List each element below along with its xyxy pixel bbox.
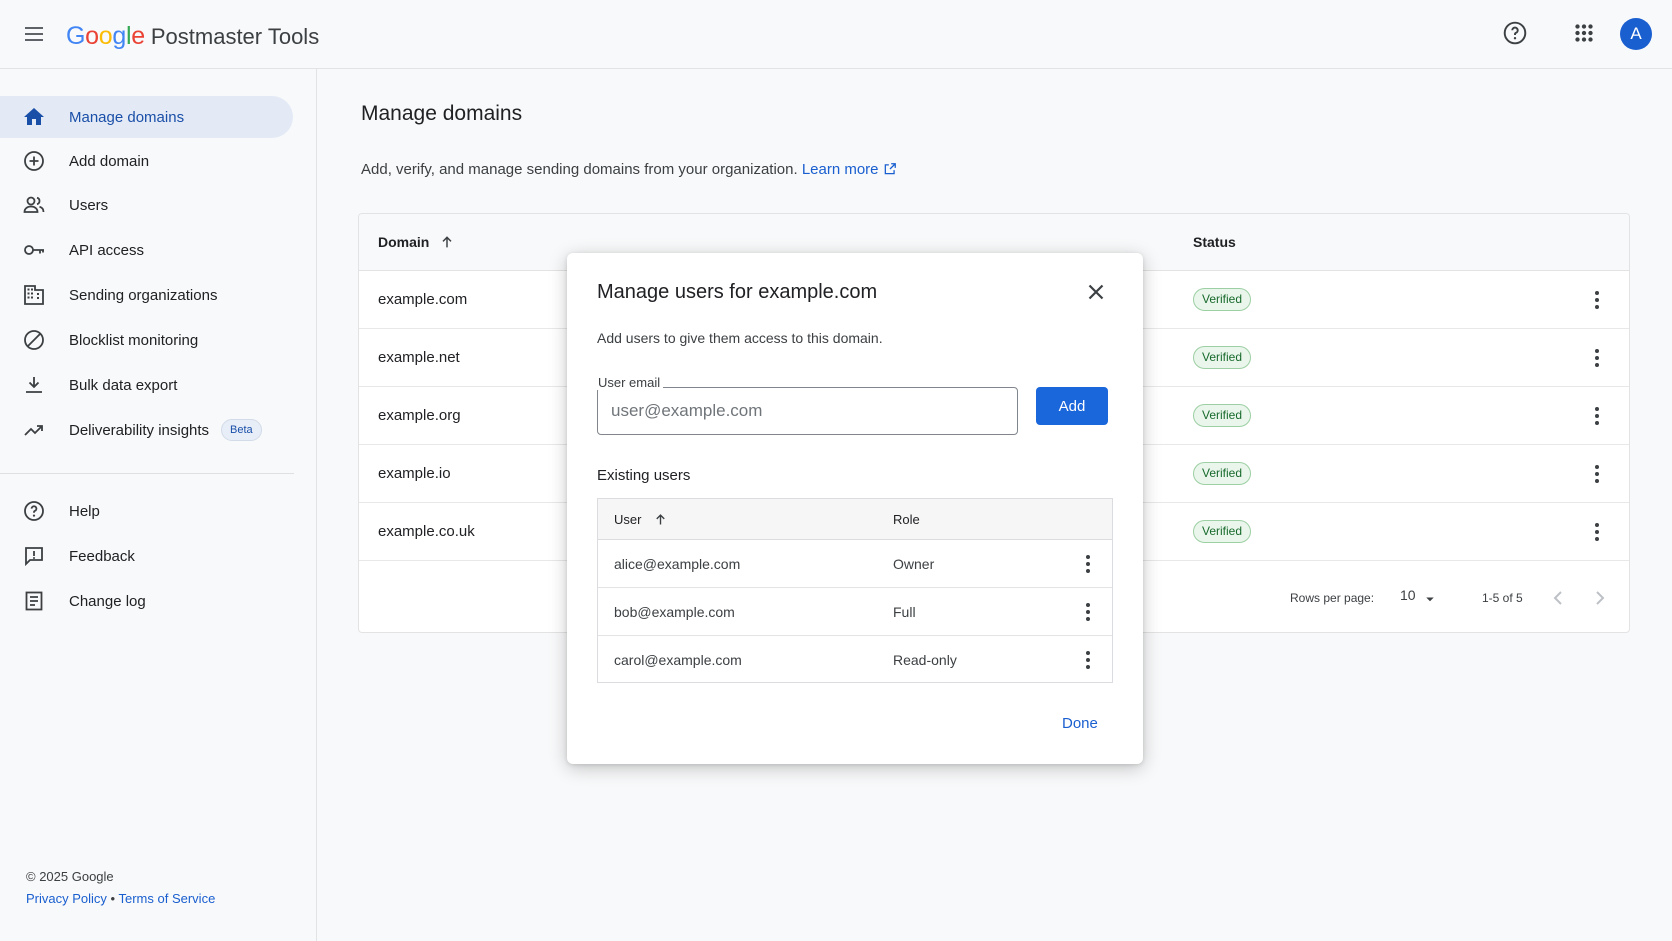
list-item: carol@example.com Read-only — [598, 636, 1112, 684]
more-vert-icon[interactable] — [1076, 600, 1100, 624]
add-user-button[interactable]: Add — [1036, 387, 1108, 425]
done-button[interactable]: Done — [1062, 715, 1098, 732]
existing-users-title: Existing users — [597, 467, 691, 484]
existing-users-table: User Role alice@example.com Owner bob@ex… — [597, 498, 1113, 683]
more-vert-icon[interactable] — [1076, 648, 1100, 672]
dialog-description: Add users to give them access to this do… — [597, 330, 883, 346]
users-table-header: User Role — [598, 499, 1112, 540]
column-header-role: Role — [893, 512, 920, 527]
list-item: alice@example.com Owner — [598, 540, 1112, 588]
dialog-title: Manage users for example.com — [597, 281, 878, 303]
close-icon[interactable] — [1083, 279, 1109, 305]
sort-arrow-up-icon — [656, 514, 665, 525]
manage-users-dialog: Manage users for example.com Add users t… — [567, 253, 1143, 764]
user-email-input[interactable] — [597, 387, 1018, 435]
user-email-label: User email — [595, 375, 664, 390]
list-item: bob@example.com Full — [598, 588, 1112, 636]
more-vert-icon[interactable] — [1076, 552, 1100, 576]
column-header-user[interactable]: User — [614, 512, 668, 527]
